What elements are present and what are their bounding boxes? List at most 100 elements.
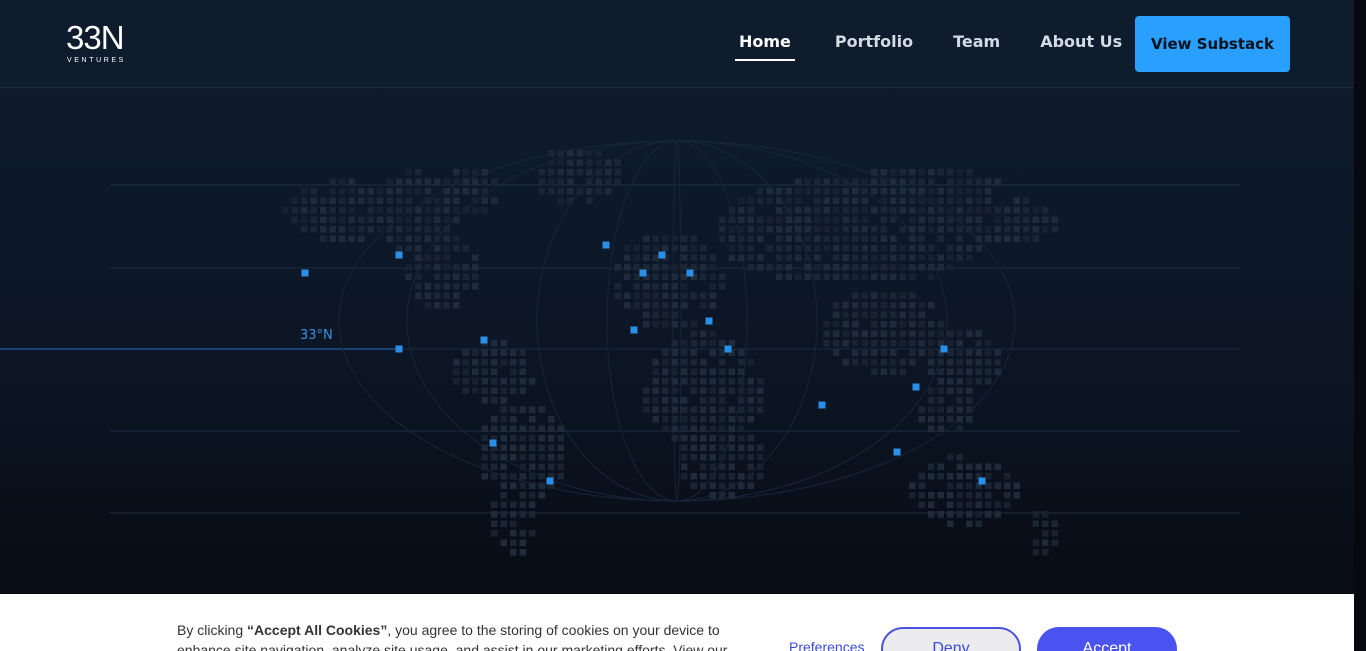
cookie-preferences-link[interactable]: Preferences <box>789 639 864 651</box>
map-dot <box>481 454 488 461</box>
map-dot <box>994 501 1001 508</box>
view-substack-button[interactable]: View Substack <box>1135 16 1290 72</box>
map-dot <box>918 416 925 423</box>
map-dot <box>909 273 916 280</box>
map-dot <box>776 226 783 233</box>
map-dot <box>728 444 735 451</box>
map-dot <box>405 245 412 252</box>
map-dot <box>738 397 745 404</box>
map-dot <box>966 378 973 385</box>
map-dot <box>472 169 479 176</box>
map-dot <box>899 340 906 347</box>
map-dot <box>491 425 498 432</box>
map-dot <box>491 454 498 461</box>
map-dot <box>823 207 830 214</box>
map-dot <box>557 178 564 185</box>
map-dot <box>443 235 450 242</box>
map-dot <box>909 235 916 242</box>
cookie-deny-button[interactable]: Deny <box>881 627 1021 651</box>
map-dot <box>605 178 612 185</box>
map-highlight-dot <box>602 241 610 249</box>
map-dot <box>871 330 878 337</box>
map-dot <box>377 207 384 214</box>
map-dot <box>890 264 897 271</box>
map-dot <box>947 197 954 204</box>
map-highlight-dot <box>686 269 694 277</box>
map-dot <box>880 330 887 337</box>
map-dot <box>643 321 650 328</box>
map-dot <box>652 283 659 290</box>
map-dot <box>633 254 640 261</box>
map-dot <box>728 387 735 394</box>
map-dot <box>757 188 764 195</box>
map-dot <box>738 473 745 480</box>
map-dot <box>348 197 355 204</box>
map-dot <box>510 530 517 537</box>
map-dot <box>434 235 441 242</box>
map-dot <box>728 207 735 214</box>
map-dot <box>491 473 498 480</box>
map-dot <box>785 197 792 204</box>
nav-item-about-us[interactable]: About Us <box>1040 30 1122 59</box>
map-dot <box>424 283 431 290</box>
map-dot <box>510 501 517 508</box>
map-dot <box>567 150 574 157</box>
map-dot <box>852 273 859 280</box>
map-dot <box>472 273 479 280</box>
map-dot <box>937 207 944 214</box>
map-dot <box>975 501 982 508</box>
map-dot <box>776 188 783 195</box>
map-dot <box>842 216 849 223</box>
map-dot <box>348 216 355 223</box>
map-dot <box>643 292 650 299</box>
map-dot <box>529 444 536 451</box>
nav-item-home[interactable]: Home <box>735 30 795 61</box>
map-dot <box>719 378 726 385</box>
map-dot <box>1042 226 1049 233</box>
map-dot <box>994 349 1001 356</box>
map-dot <box>462 273 469 280</box>
map-dot <box>738 425 745 432</box>
map-dot <box>709 349 716 356</box>
map-dot <box>861 349 868 356</box>
map-dot <box>937 197 944 204</box>
map-dot <box>890 311 897 318</box>
map-dot <box>415 178 422 185</box>
map-dot <box>510 425 517 432</box>
map-dot <box>671 425 678 432</box>
map-dot <box>719 444 726 451</box>
scrollbar-thumb[interactable] <box>1356 0 1364 594</box>
map-dot <box>738 226 745 233</box>
map-dot <box>785 207 792 214</box>
logo[interactable]: 33N VENTURES <box>66 21 136 66</box>
map-dot <box>1042 549 1049 556</box>
map-dot <box>529 492 536 499</box>
map-dot <box>633 273 640 280</box>
map-dot <box>681 359 688 366</box>
map-dot <box>814 226 821 233</box>
nav-item-team[interactable]: Team <box>953 30 1000 59</box>
map-dot <box>709 454 716 461</box>
map-dot <box>814 207 821 214</box>
map-dot <box>424 226 431 233</box>
map-dot <box>700 387 707 394</box>
map-dot <box>453 359 460 366</box>
nav-item-portfolio[interactable]: Portfolio <box>835 30 913 59</box>
page-scrollbar[interactable] <box>1354 0 1366 651</box>
map-dot <box>329 226 336 233</box>
map-dot <box>861 311 868 318</box>
map-dot <box>956 473 963 480</box>
map-dot <box>975 349 982 356</box>
map-dot <box>548 425 555 432</box>
map-dot <box>852 178 859 185</box>
map-dot <box>937 368 944 375</box>
map-dot <box>443 226 450 233</box>
map-dot <box>709 397 716 404</box>
map-dot <box>937 254 944 261</box>
map-dot <box>776 254 783 261</box>
map-dot <box>719 492 726 499</box>
cookie-accept-button[interactable]: Accept <box>1037 627 1177 651</box>
map-dot <box>510 359 517 366</box>
map-dot <box>766 264 773 271</box>
map-dot <box>453 216 460 223</box>
